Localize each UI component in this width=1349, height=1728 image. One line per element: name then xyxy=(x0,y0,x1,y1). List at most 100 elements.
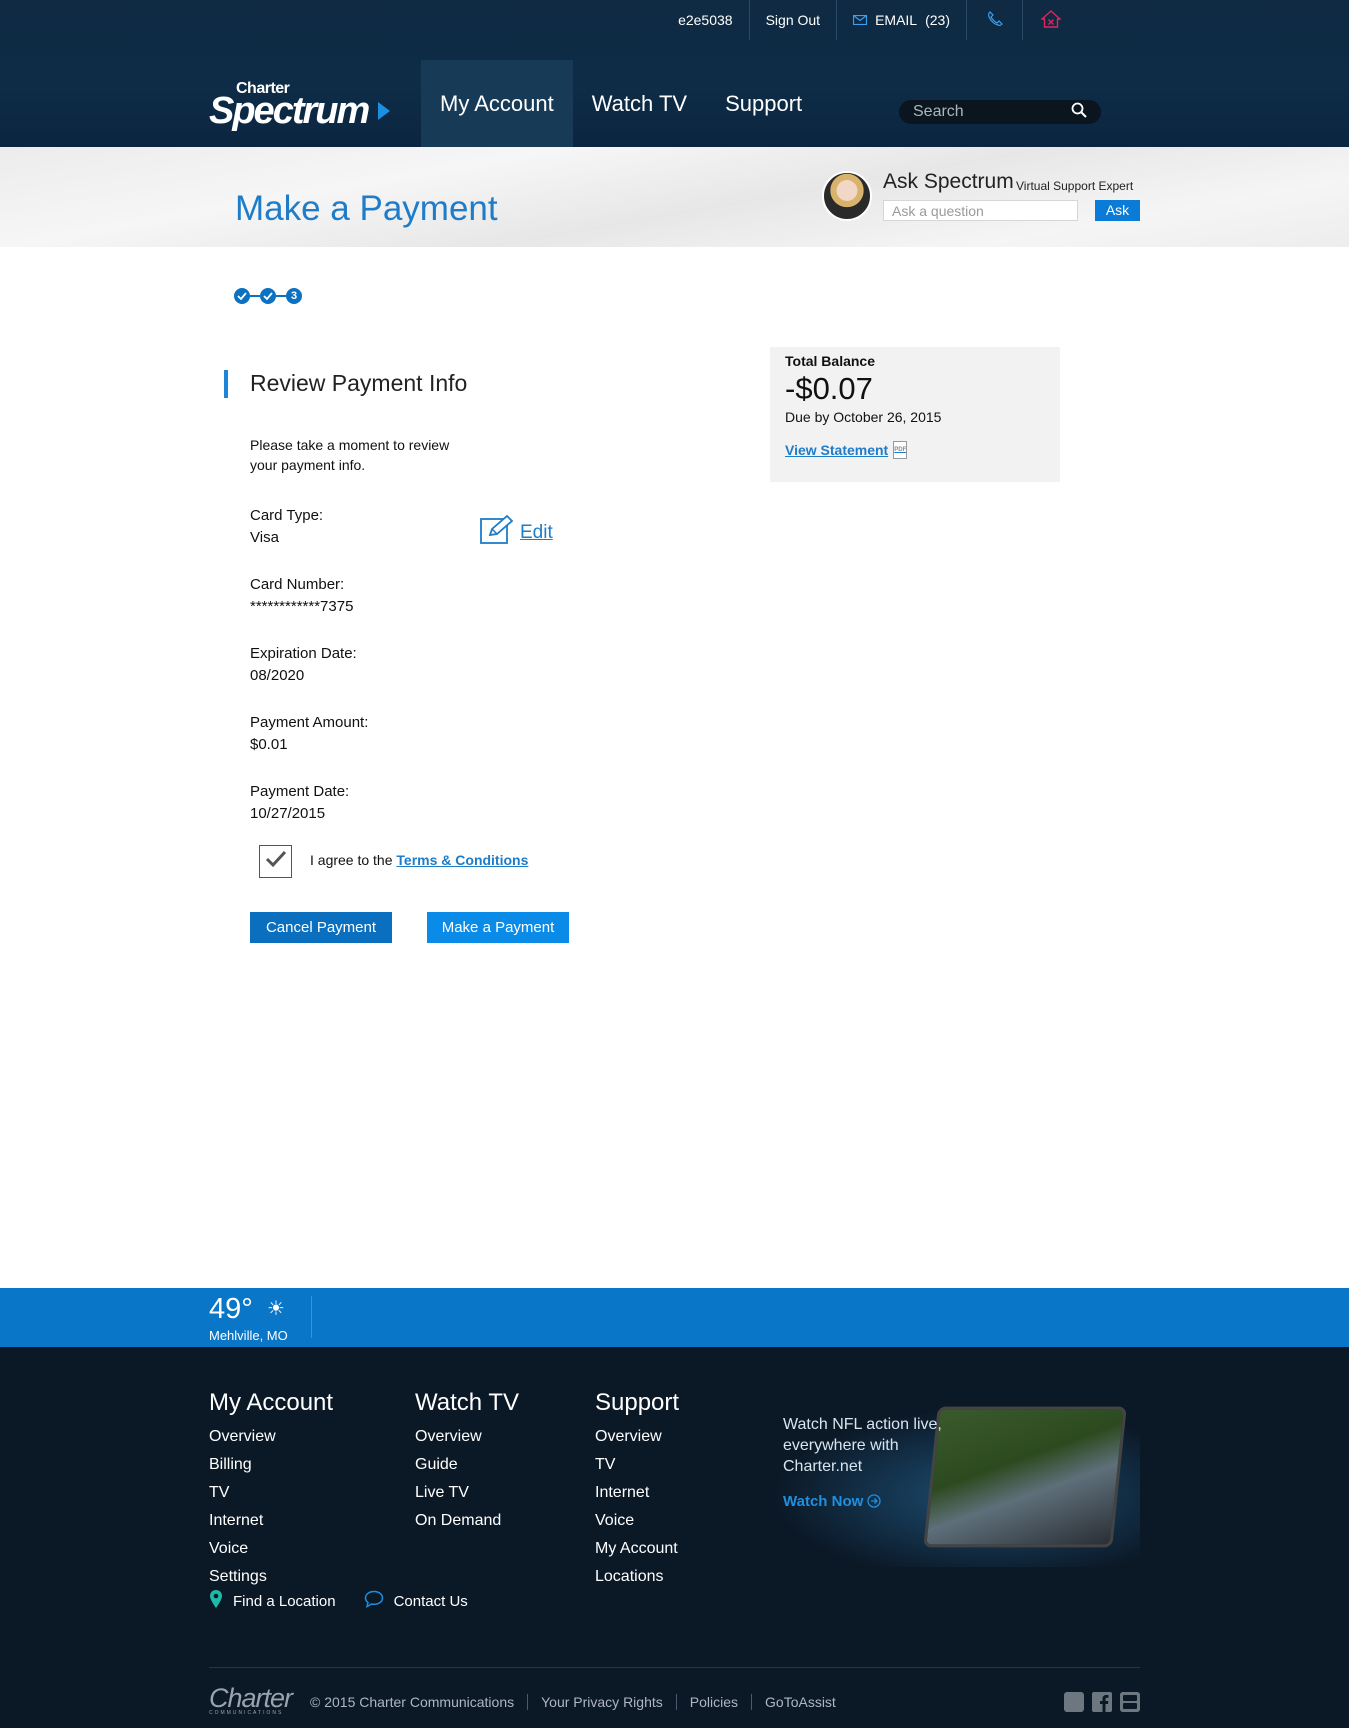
phone-link[interactable] xyxy=(967,0,1023,40)
email-count: (23) xyxy=(925,12,950,28)
footer-link[interactable]: Internet xyxy=(209,1507,333,1535)
facebook-icon[interactable] xyxy=(1092,1691,1112,1712)
checkmark-icon xyxy=(265,850,287,873)
nfl-promo: Watch NFL action live, everywhere with C… xyxy=(770,1406,1140,1567)
terms-conditions-link[interactable]: Terms & Conditions xyxy=(396,852,528,868)
payment-amount-value: $0.01 xyxy=(250,736,288,753)
weather-bar: 49° ☀ Mehlville, MO xyxy=(0,1288,1349,1347)
ask-spectrum-avatar xyxy=(822,171,872,221)
footer-link[interactable]: Overview xyxy=(415,1423,519,1451)
weather-divider xyxy=(311,1296,312,1338)
payment-date-label: Payment Date: xyxy=(250,783,350,800)
sign-out-link[interactable]: Sign Out xyxy=(750,0,838,40)
card-number-value: ************7375 xyxy=(250,598,354,615)
footer-link[interactable]: Voice xyxy=(595,1507,679,1535)
progress-steps: 3 xyxy=(234,288,302,304)
view-statement-label: View Statement xyxy=(785,442,889,458)
card-type-label: Card Type: xyxy=(250,507,324,524)
charter-logo-subtext: COMMUNICATIONS xyxy=(209,1710,284,1716)
watch-now-link[interactable]: Watch Now xyxy=(783,1493,882,1510)
promo-text: Watch NFL action live, everywhere with C… xyxy=(783,1416,942,1475)
social-links xyxy=(1064,1691,1140,1712)
footer-link[interactable]: Voice xyxy=(209,1535,333,1563)
cancel-payment-button[interactable]: Cancel Payment xyxy=(250,912,392,943)
page-title: Make a Payment xyxy=(235,189,498,228)
logo-spectrum-text: Spectrum xyxy=(209,90,370,132)
weather-temperature: 49° xyxy=(209,1293,253,1325)
privacy-rights-link[interactable]: Your Privacy Rights xyxy=(528,1693,677,1710)
balance-due-date: Due by October 26, 2015 xyxy=(785,409,942,425)
edit-pencil-icon xyxy=(480,514,514,551)
sun-icon: ☀ xyxy=(267,1298,285,1320)
step-1-complete-icon xyxy=(234,288,250,304)
search-input[interactable]: Search xyxy=(899,100,1101,124)
tablet-football-image xyxy=(923,1406,1127,1548)
agree-text: I agree to the xyxy=(310,852,397,868)
expiration-date-value: 08/2020 xyxy=(250,667,305,684)
footer-divider xyxy=(209,1667,1140,1668)
ask-spectrum-subtitle: Virtual Support Expert xyxy=(1016,179,1134,193)
site-footer: My Account Overview Billing TV Internet … xyxy=(0,1347,1349,1728)
legal-links: © 2015 Charter Communications Your Priva… xyxy=(310,1693,849,1710)
footer-link[interactable]: On Demand xyxy=(415,1507,519,1535)
footer-col-support: Support Overview TV Internet Voice My Ac… xyxy=(595,1389,679,1591)
ask-spectrum-title: Ask Spectrum xyxy=(883,170,1014,193)
expiration-date-label: Expiration Date: xyxy=(250,645,357,662)
twitter-icon[interactable] xyxy=(1064,1691,1084,1712)
step-3-current: 3 xyxy=(286,288,302,304)
nav-my-account[interactable]: My Account xyxy=(421,60,573,147)
footer-actions: Find a Location Contact Us xyxy=(209,1589,468,1613)
youtube-icon[interactable] xyxy=(1120,1691,1140,1712)
footer-link[interactable]: TV xyxy=(209,1479,333,1507)
footer-link[interactable]: My Account xyxy=(595,1535,679,1563)
footer-col-title: My Account xyxy=(209,1389,334,1416)
card-number-label: Card Number: xyxy=(250,576,345,593)
charter-logo[interactable]: Charter COMMUNICATIONS xyxy=(209,1683,293,1716)
make-payment-button[interactable]: Make a Payment xyxy=(427,912,569,943)
find-location-link[interactable]: Find a Location xyxy=(209,1589,336,1613)
payment-date-value: 10/27/2015 xyxy=(250,805,326,822)
gotoassist-link[interactable]: GoToAssist xyxy=(752,1694,849,1710)
section-accent-bar xyxy=(224,370,228,398)
footer-link[interactable]: Billing xyxy=(209,1451,333,1479)
arrow-circle-icon xyxy=(867,1493,882,1510)
footer-col-watch-tv: Watch TV Overview Guide Live TV On Deman… xyxy=(415,1389,519,1535)
view-statement-link[interactable]: View Statement PDF xyxy=(785,441,908,459)
search-placeholder: Search xyxy=(913,103,964,120)
card-type-value: Visa xyxy=(250,529,279,546)
total-balance-label: Total Balance xyxy=(785,353,875,369)
envelope-icon xyxy=(852,12,868,28)
edit-link[interactable]: Edit xyxy=(480,514,553,551)
nav-support[interactable]: Support xyxy=(706,60,821,147)
policies-link[interactable]: Policies xyxy=(677,1693,753,1710)
footer-link[interactable]: Live TV xyxy=(415,1479,519,1507)
step-connector xyxy=(250,295,260,297)
footer-link[interactable]: Locations xyxy=(595,1563,679,1591)
terms-checkbox[interactable] xyxy=(259,845,292,878)
main-nav: My Account Watch TV Support xyxy=(421,60,821,147)
edit-label: Edit xyxy=(520,522,553,543)
contact-us-link[interactable]: Contact Us xyxy=(364,1590,468,1612)
ask-button[interactable]: Ask xyxy=(1095,200,1140,221)
pdf-icon: PDF xyxy=(893,441,908,459)
ask-question-input[interactable]: Ask a question xyxy=(883,200,1078,221)
review-intro: Please take a moment to review your paym… xyxy=(250,437,450,473)
footer-col-title: Watch TV xyxy=(415,1389,520,1416)
search-icon[interactable] xyxy=(1071,102,1087,123)
step-2-complete-icon xyxy=(260,288,276,304)
home-security-link[interactable] xyxy=(1023,0,1079,40)
footer-link[interactable]: Overview xyxy=(209,1423,333,1451)
weather-location: Mehlville, MO xyxy=(209,1328,288,1343)
email-link[interactable]: EMAIL (23) xyxy=(837,0,967,40)
footer-link[interactable]: Settings xyxy=(209,1563,333,1591)
username: e2e5038 xyxy=(662,0,750,40)
footer-link[interactable]: Internet xyxy=(595,1479,679,1507)
watch-now-label: Watch Now xyxy=(783,1493,864,1510)
footer-link[interactable]: Guide xyxy=(415,1451,519,1479)
charter-logo-text: Charter xyxy=(209,1683,293,1713)
contact-us-label: Contact Us xyxy=(393,1592,468,1610)
footer-link[interactable]: Overview xyxy=(595,1423,679,1451)
footer-link[interactable]: TV xyxy=(595,1451,679,1479)
footer-col-title: Support xyxy=(595,1389,680,1416)
nav-watch-tv[interactable]: Watch TV xyxy=(573,60,706,147)
